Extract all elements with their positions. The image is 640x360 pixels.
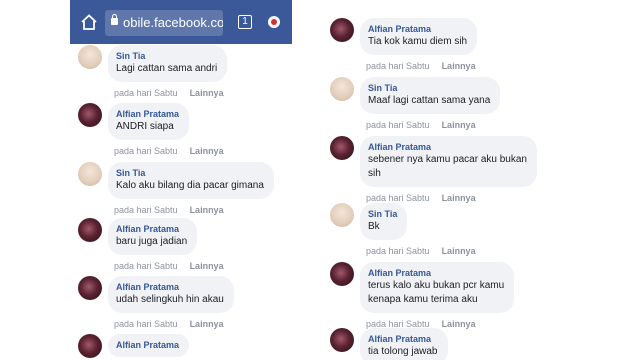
message-text: Maaf lagi cattan sama yana bbox=[368, 95, 491, 106]
author-name[interactable]: Alfian Pratama bbox=[116, 339, 179, 351]
timestamp: pada hari Sabtu bbox=[366, 61, 430, 71]
message-text: ANDRI siapa bbox=[116, 121, 174, 132]
avatar[interactable] bbox=[78, 218, 102, 242]
more-link[interactable]: Lainnya bbox=[442, 193, 476, 203]
more-link[interactable]: Lainnya bbox=[442, 120, 476, 130]
author-name[interactable]: Sin Tia bbox=[368, 82, 490, 94]
message-text: kenapa kamu terima aku bbox=[368, 294, 478, 305]
author-name[interactable]: Alfian Pratama bbox=[116, 108, 179, 120]
browser-toolbar: obile.facebook.com 1 bbox=[70, 0, 292, 44]
timestamp: pada hari Sabtu bbox=[114, 146, 178, 156]
avatar[interactable] bbox=[78, 162, 102, 186]
avatar[interactable] bbox=[78, 276, 102, 300]
message-bubble: Alfian Pratama ANDRI siapa bbox=[108, 103, 190, 140]
author-name[interactable]: Alfian Pratama bbox=[116, 223, 187, 235]
message-text: Kalo aku bilang dia pacar gimana bbox=[116, 180, 264, 191]
more-link[interactable]: Lainnya bbox=[190, 319, 224, 329]
message-bubble: Alfian Pratama baru juga jadian bbox=[108, 218, 198, 255]
timestamp: pada hari Sabtu bbox=[114, 261, 178, 271]
lock-icon bbox=[111, 14, 118, 25]
author-name[interactable]: Alfian Pratama bbox=[116, 281, 224, 293]
message-meta: pada hari Sabtu Lainnya bbox=[366, 193, 476, 203]
left-screenshot: obile.facebook.com 1 Sin TiaLagi cattan … bbox=[70, 0, 292, 360]
message-meta: pada hari Sabtu Lainnya bbox=[366, 246, 476, 256]
message-text: sih bbox=[368, 168, 381, 179]
message-bubble: Alfian Pratama udah selingkuh hin akau bbox=[108, 276, 234, 313]
message-bubble: Sin Tia Lagi cattan sama andri bbox=[108, 45, 228, 82]
avatar[interactable] bbox=[78, 334, 102, 358]
more-link[interactable]: Lainnya bbox=[190, 205, 224, 215]
message-bubble: Sin Tia Maaf lagi cattan sama yana bbox=[360, 77, 501, 114]
message-bubble: Alfian Pratama sebener nya kamu pacar aku… bbox=[360, 136, 537, 187]
more-link[interactable]: Lainnya bbox=[190, 261, 224, 271]
timestamp: pada hari Sabtu bbox=[114, 88, 178, 98]
message-meta: pada hari Sabtu Lainnya bbox=[366, 61, 476, 71]
address-bar[interactable]: obile.facebook.com bbox=[105, 10, 223, 36]
message-text: Bk bbox=[368, 221, 380, 232]
timestamp: pada hari Sabtu bbox=[366, 193, 430, 203]
message-text: Lagi cattan sama andri bbox=[116, 63, 218, 74]
message-meta: pada hari Sabtu Lainnya bbox=[114, 146, 224, 156]
author-name[interactable]: Alfian Pratama bbox=[368, 141, 527, 153]
browser-menu-icon[interactable] bbox=[268, 16, 280, 28]
message-meta: pada hari Sabtu Lainnya bbox=[114, 319, 224, 329]
message-bubble: Sin Tia Bk bbox=[360, 203, 408, 240]
author-name[interactable]: Sin Tia bbox=[116, 50, 217, 62]
more-link[interactable]: Lainnya bbox=[442, 246, 476, 256]
message-bubble: Alfian Pratama terus kalo aku bukan pcr k… bbox=[360, 262, 515, 313]
avatar[interactable] bbox=[330, 77, 354, 101]
url-text: obile.facebook.com bbox=[123, 15, 223, 30]
timestamp: pada hari Sabtu bbox=[366, 120, 430, 130]
message-text: Tia kok kamu diem sih bbox=[368, 36, 468, 47]
message-meta: pada hari Sabtu Lainnya bbox=[114, 88, 224, 98]
message-meta: pada hari Sabtu Lainnya bbox=[366, 120, 476, 130]
avatar[interactable] bbox=[330, 203, 354, 227]
avatar[interactable] bbox=[330, 262, 354, 286]
author-name[interactable]: Sin Tia bbox=[116, 167, 264, 179]
message-text: sebener nya kamu pacar aku bukan bbox=[368, 154, 527, 165]
avatar[interactable] bbox=[330, 328, 354, 352]
message-bubble: Sin Tia Kalo aku bilang dia pacar gimana bbox=[108, 162, 274, 199]
message-text: baru juga jadian bbox=[116, 236, 188, 247]
message-text: tia tolong jawab bbox=[368, 346, 438, 357]
avatar[interactable] bbox=[330, 18, 354, 42]
right-screenshot: Alfian Pratama Tia kok kamu diem sih pada … bbox=[322, 0, 547, 360]
avatar[interactable] bbox=[330, 136, 354, 160]
timestamp: pada hari Sabtu bbox=[114, 205, 178, 215]
author-name[interactable]: Alfian Pratama bbox=[368, 267, 504, 279]
more-link[interactable]: Lainnya bbox=[442, 319, 476, 329]
avatar[interactable] bbox=[78, 103, 102, 127]
author-name[interactable]: Alfian Pratama bbox=[368, 333, 438, 345]
message-text: udah selingkuh hin akau bbox=[116, 294, 224, 305]
timestamp: pada hari Sabtu bbox=[114, 319, 178, 329]
message-text: terus kalo aku bukan pcr kamu bbox=[368, 280, 505, 291]
message-bubble: Alfian Pratama tia tolong jawab bbox=[360, 328, 448, 360]
tab-switcher-button[interactable]: 1 bbox=[238, 15, 252, 29]
author-name[interactable]: Alfian Pratama bbox=[368, 23, 467, 35]
author-name[interactable]: Sin Tia bbox=[368, 208, 397, 220]
avatar[interactable] bbox=[78, 45, 102, 69]
more-link[interactable]: Lainnya bbox=[190, 146, 224, 156]
more-link[interactable]: Lainnya bbox=[442, 61, 476, 71]
message-bubble: Alfian Pratama bbox=[108, 334, 190, 357]
more-link[interactable]: Lainnya bbox=[190, 88, 224, 98]
home-icon[interactable] bbox=[80, 13, 98, 31]
message-meta: pada hari Sabtu Lainnya bbox=[114, 205, 224, 215]
message-meta: pada hari Sabtu Lainnya bbox=[114, 261, 224, 271]
timestamp: pada hari Sabtu bbox=[366, 246, 430, 256]
message-bubble: Alfian Pratama Tia kok kamu diem sih bbox=[360, 18, 478, 55]
